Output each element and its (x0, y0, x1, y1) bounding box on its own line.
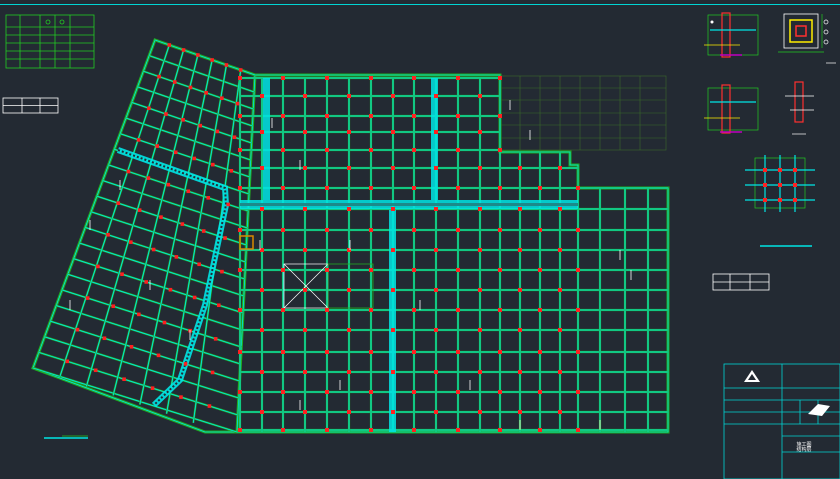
drawing-background (0, 0, 840, 479)
title-block-caption: 施工图 结构层 (796, 442, 812, 453)
cad-drawing-canvas[interactable] (0, 0, 840, 479)
